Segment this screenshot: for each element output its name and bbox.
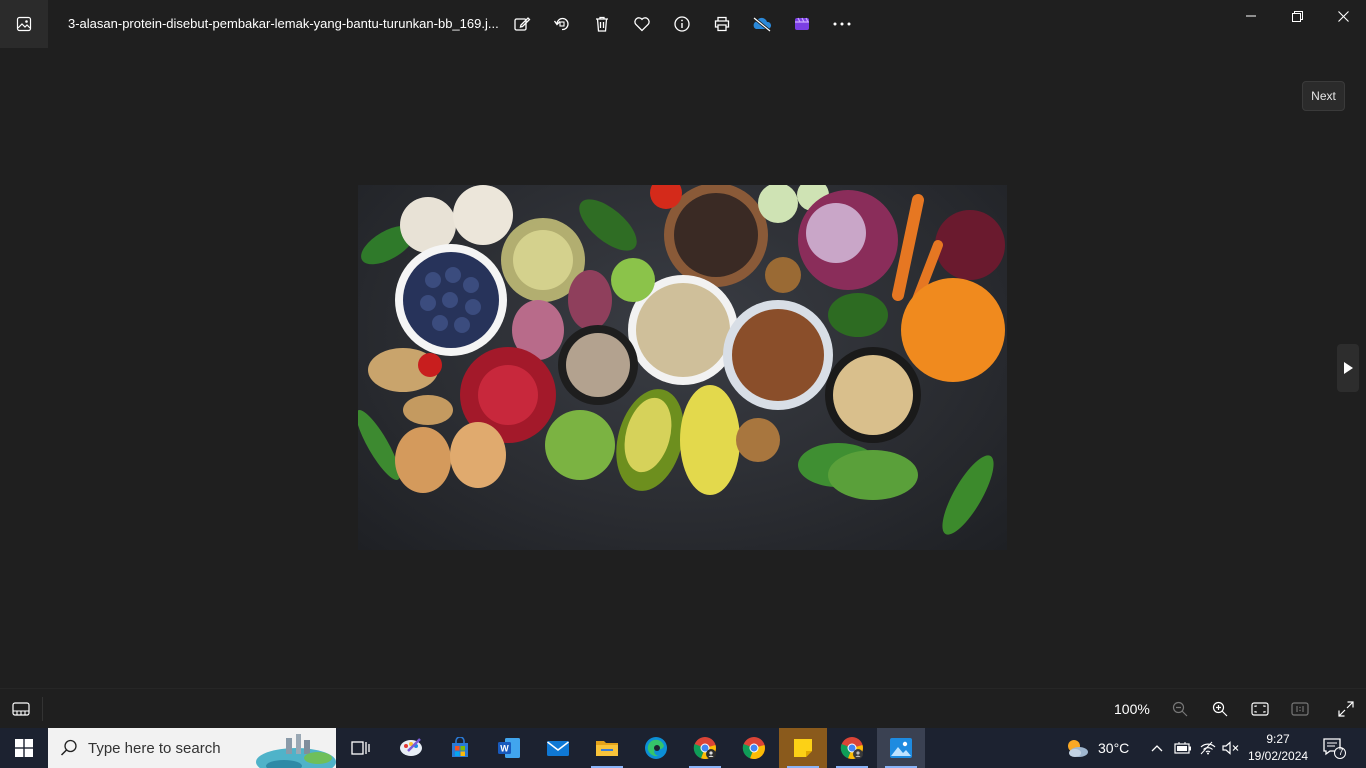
next-tooltip: Next: [1302, 81, 1345, 111]
title-bar: 3-alasan-protein-disebut-pembakar-lemak-…: [0, 0, 1366, 48]
toolbar: [502, 4, 862, 44]
file-title: 3-alasan-protein-disebut-pembakar-lemak-…: [68, 16, 499, 31]
system-clock[interactable]: 9:27 19/02/2024: [1248, 731, 1308, 765]
notification-count: 7: [1338, 747, 1344, 757]
favorite-icon[interactable]: [622, 4, 662, 44]
chrome-browser-icon[interactable]: [730, 728, 778, 768]
divider: [42, 697, 43, 721]
photos-taskbar-icon[interactable]: [877, 728, 925, 768]
bottom-bar: 100%: [0, 688, 1366, 728]
volume-muted-icon[interactable]: [1222, 728, 1240, 768]
food-photo-illustration: [358, 185, 1005, 535]
show-hidden-icons[interactable]: [1150, 728, 1164, 768]
filmstrip-icon[interactable]: [0, 689, 42, 729]
search-highlight-illustration: [256, 734, 336, 768]
close-icon[interactable]: [1320, 0, 1366, 32]
clock-date: 19/02/2024: [1248, 749, 1309, 763]
info-icon[interactable]: [662, 4, 702, 44]
chrome-profile-2-icon[interactable]: [828, 728, 876, 768]
battery-icon[interactable]: [1174, 728, 1192, 768]
taskbar: Type here to search W 30°C 9:27 19/02/20…: [0, 728, 1366, 768]
clock-time: 9:27: [1266, 732, 1290, 746]
search-icon: [60, 739, 78, 762]
paint-app-icon[interactable]: [387, 728, 435, 768]
rotate-icon[interactable]: [542, 4, 582, 44]
actual-size-icon[interactable]: [1280, 689, 1320, 729]
restore-icon[interactable]: [1274, 0, 1320, 32]
edit-image-icon[interactable]: [502, 4, 542, 44]
file-explorer-icon[interactable]: [583, 728, 631, 768]
microsoft-store-icon[interactable]: [436, 728, 484, 768]
next-arrow-button[interactable]: [1337, 344, 1359, 392]
zoom-level[interactable]: 100%: [1114, 701, 1150, 717]
taskbar-search-box[interactable]: Type here to search: [48, 728, 336, 768]
delete-icon[interactable]: [582, 4, 622, 44]
svg-text:W: W: [500, 744, 509, 754]
weather-icon: [1068, 740, 1088, 757]
windows-start-icon[interactable]: [0, 728, 48, 768]
photos-app-icon[interactable]: [0, 0, 48, 48]
task-view-icon[interactable]: [336, 728, 384, 768]
onedrive-icon[interactable]: [742, 4, 782, 44]
photos-app-window: 3-alasan-protein-disebut-pembakar-lemak-…: [0, 0, 1366, 728]
notification-center[interactable]: 7: [1322, 728, 1346, 768]
fullscreen-icon[interactable]: [1326, 689, 1366, 729]
zoom-in-icon[interactable]: [1200, 689, 1240, 729]
mail-app-icon[interactable]: [534, 728, 582, 768]
chrome-profile-icon[interactable]: [681, 728, 729, 768]
zoom-out-icon[interactable]: [1160, 689, 1200, 729]
weather-widget[interactable]: 30°C: [1064, 728, 1129, 768]
minimize-icon[interactable]: [1228, 0, 1274, 32]
search-placeholder: Type here to search: [88, 740, 221, 757]
window-controls: [1228, 0, 1366, 32]
word-app-icon[interactable]: W: [485, 728, 533, 768]
edge-browser-icon[interactable]: [632, 728, 680, 768]
network-icon[interactable]: [1200, 728, 1216, 768]
fit-to-window-icon[interactable]: [1240, 689, 1280, 729]
more-icon[interactable]: [822, 4, 862, 44]
clipchamp-icon[interactable]: [782, 4, 822, 44]
sticky-notes-icon[interactable]: [779, 728, 827, 768]
print-icon[interactable]: [702, 4, 742, 44]
displayed-photo[interactable]: [358, 185, 1007, 550]
weather-temperature: 30°C: [1098, 740, 1130, 756]
